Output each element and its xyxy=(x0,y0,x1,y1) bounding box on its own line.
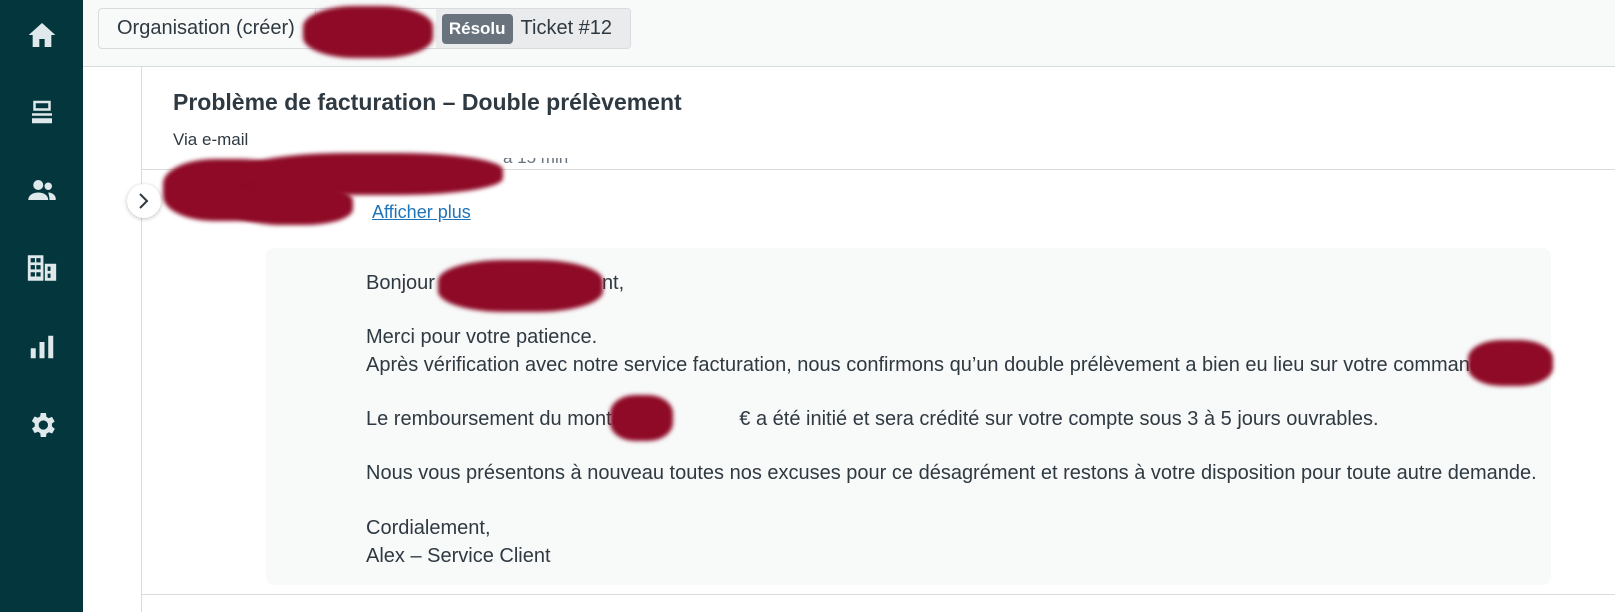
tab-ticket-label: Ticket #12 xyxy=(520,17,613,39)
message-line: Nous vous présentons à nouveau toutes no… xyxy=(366,462,1537,484)
expand-conversation-button[interactable] xyxy=(127,184,161,218)
tab-ticket[interactable]: Résolu Ticket #12 xyxy=(435,9,631,48)
message-signature: Alex – Service Client xyxy=(366,545,551,567)
show-more-link[interactable]: Afficher plus xyxy=(372,202,471,223)
admin-gear-icon[interactable] xyxy=(0,405,83,445)
views-icon[interactable] xyxy=(0,92,83,132)
redaction-mark xyxy=(233,185,353,225)
status-badge: Résolu xyxy=(441,13,513,44)
message-line: Après vérification avec notre service fa… xyxy=(366,354,1493,376)
message-body: Bonjour nt, Merci pour votre patience. Ap… xyxy=(266,248,1553,585)
redaction-mark xyxy=(438,260,603,312)
chevron-right-icon xyxy=(139,193,149,209)
redaction-mark xyxy=(610,395,673,441)
home-icon[interactable] xyxy=(0,15,83,55)
message-line: Le remboursement du montant de € a été in… xyxy=(366,408,1379,430)
divider xyxy=(142,594,1615,595)
ticket-channel: Via e-mail xyxy=(173,130,249,149)
message-meta: a 15 min xyxy=(503,158,568,170)
ticket-title: Problème de facturation – Double prélève… xyxy=(173,89,682,115)
redaction-mark xyxy=(303,6,433,58)
message-closing: Cordialement, xyxy=(366,517,491,539)
ticket-main: Problème de facturation – Double prélève… xyxy=(83,67,1615,612)
tab-organisation-create[interactable]: Organisation (créer) xyxy=(99,9,316,48)
sidebar-nav xyxy=(0,0,83,612)
top-bar: Organisation (créer) Résolu Ticket #12 xyxy=(83,0,1615,67)
reporting-icon[interactable] xyxy=(0,327,83,367)
tab-organisation-label: Organisation (créer) xyxy=(117,17,295,39)
customers-icon[interactable] xyxy=(0,170,83,210)
organizations-icon[interactable] xyxy=(0,248,83,288)
redaction-mark xyxy=(1468,340,1553,386)
message-line: Merci pour votre patience. xyxy=(366,326,598,348)
